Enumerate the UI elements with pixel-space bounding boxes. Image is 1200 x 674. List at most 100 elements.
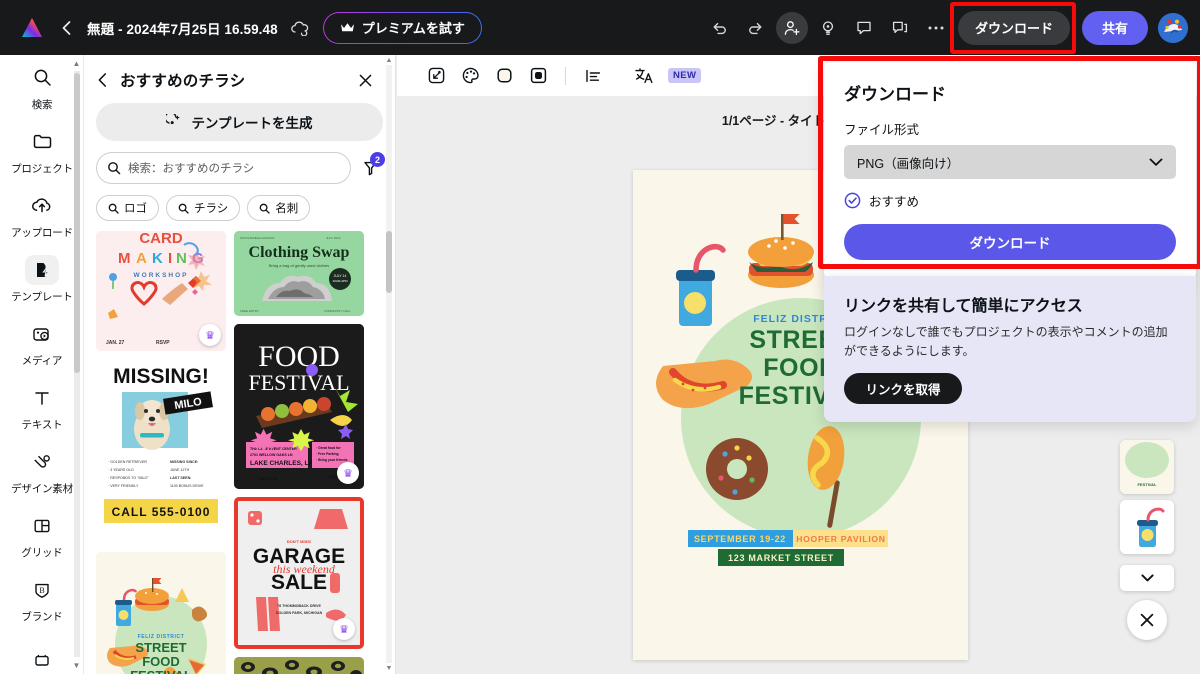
- close-x-icon[interactable]: [359, 74, 381, 87]
- undo-icon[interactable]: [704, 12, 736, 44]
- file-format-value: PNG（画像向け）: [857, 153, 959, 172]
- align-left-icon[interactable]: [576, 60, 610, 92]
- chip-business-card[interactable]: 名刺: [247, 195, 310, 221]
- svg-text:this weekend: this weekend: [273, 562, 336, 576]
- share-button[interactable]: 共有: [1082, 11, 1148, 45]
- ellipsis-icon[interactable]: [920, 12, 952, 44]
- download-button[interactable]: ダウンロード: [958, 11, 1070, 45]
- recommended-label: おすすめ: [869, 191, 919, 210]
- generate-template-label: テンプレートを生成: [191, 112, 312, 132]
- svg-text:CARD: CARD: [139, 231, 182, 247]
- file-format-select[interactable]: PNG（画像向け）: [844, 145, 1176, 179]
- topbar-actions: [704, 12, 952, 44]
- svg-text:GOLDEN PARK, MICHIGAN: GOLDEN PARK, MICHIGAN: [276, 611, 323, 615]
- upload-cloud-icon: [25, 191, 59, 221]
- download-confirm-button[interactable]: ダウンロード: [844, 224, 1176, 260]
- panel-back-button[interactable]: [98, 73, 120, 87]
- panel-scroll-thumb[interactable]: [386, 231, 392, 293]
- svg-text:FOOD: FOOD: [142, 654, 180, 669]
- recommended-checkbox[interactable]: おすすめ: [844, 191, 1176, 210]
- svg-text:LAKE CHARLES, LA: LAKE CHARLES, LA: [250, 460, 314, 467]
- download-popover-title: ダウンロード: [844, 80, 1176, 105]
- canva-logo-icon[interactable]: [18, 14, 46, 42]
- chip-flyer[interactable]: チラシ: [166, 195, 240, 221]
- caret-up-icon[interactable]: ▲: [72, 59, 81, 68]
- svg-text:FREE ENTRY: FREE ENTRY: [240, 309, 259, 313]
- template-card-clothing-swap[interactable]: SUSTAINABLE FASHION JULY 2024 Clothing S…: [234, 231, 364, 316]
- magic-generate-icon: [166, 114, 183, 130]
- search-chips: ロゴ チラシ 名刺: [96, 195, 383, 221]
- duplicate-icon[interactable]: [884, 12, 916, 44]
- svg-text:N: N: [176, 250, 187, 267]
- caret-down-icon[interactable]: ▼: [384, 663, 394, 673]
- caret-down-icon[interactable]: ▼: [72, 661, 81, 670]
- generate-template-button[interactable]: テンプレートを生成: [96, 103, 383, 141]
- svg-text:STREET: STREET: [135, 640, 186, 655]
- svg-text:JULY 2024: JULY 2024: [326, 236, 341, 240]
- svg-text:· VERY FRIENDLY: · VERY FRIENDLY: [108, 484, 139, 488]
- element-thumb-poster[interactable]: FESTIVAL: [1120, 440, 1174, 494]
- crown-icon: ♛: [337, 462, 359, 484]
- close-x-icon[interactable]: [1127, 600, 1167, 640]
- rail-scrollbar[interactable]: ▲ ▼: [72, 59, 81, 670]
- svg-text:I: I: [168, 250, 172, 267]
- template-card-leopard-pattern[interactable]: [234, 657, 364, 674]
- panel-header: おすすめのチラシ: [84, 55, 395, 97]
- try-premium-button[interactable]: プレミアムを試す: [323, 12, 482, 44]
- file-format-label: ファイル形式: [844, 119, 1176, 138]
- svg-text:LAST SEEN:: LAST SEEN:: [170, 476, 191, 480]
- svg-text:JULY 14: JULY 14: [334, 274, 347, 278]
- media-icon: [25, 319, 59, 349]
- svg-text:1100 BONUS DRIVE: 1100 BONUS DRIVE: [170, 484, 204, 488]
- apps-icon: [25, 646, 59, 674]
- svg-text:FESTIVAL: FESTIVAL: [1137, 482, 1157, 487]
- rounded-square-icon[interactable]: [487, 60, 521, 92]
- svg-text:· RESPONDS TO "MILO": · RESPONDS TO "MILO": [108, 476, 149, 480]
- panel-scroll-track[interactable]: [386, 65, 392, 663]
- crown-icon: [340, 22, 355, 33]
- element-thumb-drink[interactable]: [1120, 500, 1174, 554]
- avatar[interactable]: [1158, 13, 1188, 43]
- template-card-street-food-festival[interactable]: FELIZ DISTRICT STREET FOOD FESTIVAL SEPT…: [96, 552, 226, 674]
- translate-icon[interactable]: [627, 60, 661, 92]
- template-card-missing-dog[interactable]: MISSING! MILO · GOLDEN RETRIEVER· 3 YEAR…: [96, 359, 226, 544]
- panel-search-row: 検索：おすすめのチラシ 2: [96, 152, 383, 184]
- rail-scroll-thumb[interactable]: [74, 73, 80, 373]
- get-link-button[interactable]: リンクを取得: [844, 373, 962, 404]
- share-card-title: リンクを共有して簡単にアクセス: [844, 292, 1176, 316]
- filter-badge: 2: [370, 152, 385, 167]
- cloud-sync-icon[interactable]: [290, 20, 309, 36]
- sidebar-item-label: アップロード: [11, 225, 73, 240]
- filter-funnel-icon[interactable]: 2: [357, 155, 383, 181]
- download-card: ダウンロード ファイル形式 PNG（画像向け） おすすめ ダウンロード: [824, 62, 1196, 280]
- lightbulb-icon[interactable]: [812, 12, 844, 44]
- template-card-garage-sale[interactable]: GARAGE SALE this weekend DON'T MISS! 78 …: [234, 497, 364, 649]
- svg-text:· 3 YEARS OLD: · 3 YEARS OLD: [108, 468, 134, 472]
- folder-icon: [25, 127, 59, 157]
- search-input[interactable]: 検索：おすすめのチラシ: [96, 152, 351, 184]
- color-palette-icon[interactable]: [453, 60, 487, 92]
- person-add-icon[interactable]: [776, 12, 808, 44]
- svg-text:· GOLDEN RETRIEVER: · GOLDEN RETRIEVER: [108, 460, 147, 464]
- svg-text:HOOPER PAVILION: HOOPER PAVILION: [796, 534, 885, 544]
- comment-icon[interactable]: [848, 12, 880, 44]
- download-popover: ダウンロード ファイル形式 PNG（画像向け） おすすめ ダウンロード リンクを…: [824, 62, 1196, 422]
- sidebar-item-label: テンプレート: [11, 289, 73, 304]
- caret-up-icon[interactable]: ▲: [384, 55, 394, 65]
- try-premium-label: プレミアムを試す: [362, 18, 465, 37]
- template-card-card-making[interactable]: CARD M A K I N G WORKSHOP: [96, 231, 226, 351]
- svg-text:A: A: [136, 250, 147, 267]
- template-card-food-festival[interactable]: FOOD FESTIVAL: [234, 324, 364, 489]
- svg-text:Clothing Swap: Clothing Swap: [249, 244, 350, 261]
- document-title[interactable]: 無題 - 2024年7月25日 16.59.48: [87, 18, 278, 38]
- frame-icon[interactable]: [521, 60, 555, 92]
- chevron-down-icon[interactable]: [1120, 565, 1174, 591]
- magic-resize-icon[interactable]: [419, 60, 453, 92]
- redo-icon[interactable]: [740, 12, 772, 44]
- canva-editor-window: 無題 - 2024年7月25日 16.59.48 プレミアムを試す: [0, 0, 1200, 674]
- share-link-card: リンクを共有して簡単にアクセス ログインなしで誰でもプロジェクトの表示やコメント…: [824, 276, 1196, 422]
- panel-scrollbar[interactable]: ▲ ▼: [384, 55, 394, 674]
- chip-logo[interactable]: ロゴ: [96, 195, 159, 221]
- back-button[interactable]: [62, 21, 71, 35]
- svg-text:JULY 12TH: JULY 12TH: [259, 477, 278, 481]
